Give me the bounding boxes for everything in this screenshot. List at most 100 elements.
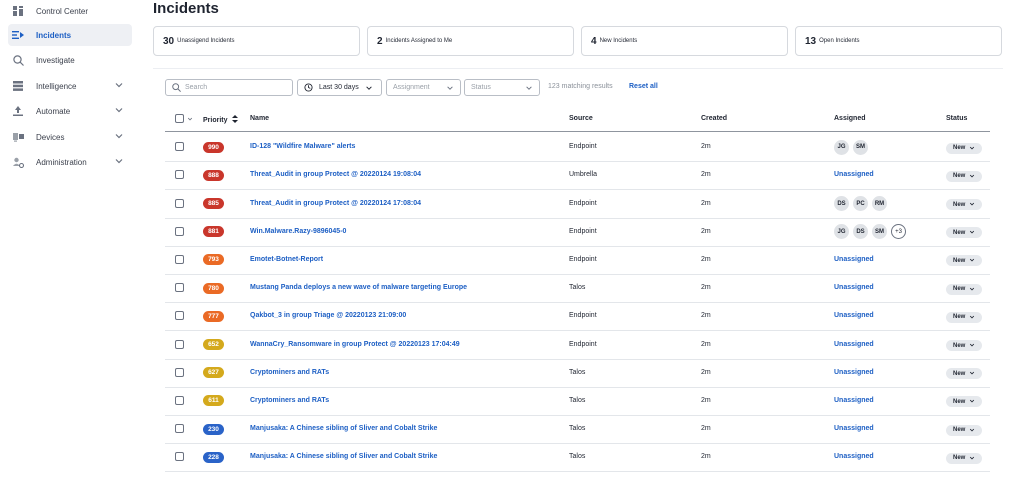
- column-header-name[interactable]: Name: [250, 115, 269, 122]
- unassigned-link[interactable]: Unassigned: [834, 453, 874, 460]
- chevron-down-icon: [114, 105, 124, 115]
- summary-card-open[interactable]: 13 Open Incidents: [795, 26, 1002, 56]
- column-header-status[interactable]: Status: [946, 115, 967, 122]
- incident-name-link[interactable]: Cryptominers and RATs: [250, 369, 329, 376]
- status-dropdown[interactable]: New: [946, 255, 982, 267]
- status-dropdown[interactable]: New: [946, 424, 982, 436]
- unassigned-link[interactable]: Unassigned: [834, 425, 874, 432]
- sidebar-item-incidents[interactable]: Incidents: [8, 24, 132, 46]
- status-dropdown[interactable]: New: [946, 199, 982, 210]
- chevron-down-icon: [526, 85, 532, 90]
- card-label: New Incidents: [599, 38, 638, 44]
- status-label: New: [953, 229, 966, 236]
- date-range-dropdown[interactable]: Last 30 days: [297, 79, 382, 96]
- column-header-created[interactable]: Created: [701, 115, 727, 122]
- column-header-assigned[interactable]: Assigned: [834, 115, 866, 122]
- status-dropdown[interactable]: New: [946, 452, 982, 464]
- incident-name-link[interactable]: Threat_Audit in group Protect @ 20220124…: [250, 200, 421, 207]
- row-checkbox[interactable]: [175, 142, 184, 152]
- row-checkbox[interactable]: [175, 198, 184, 208]
- row-divider: [165, 217, 990, 219]
- chevron-down-icon[interactable]: [187, 116, 193, 122]
- incident-name-link[interactable]: Emotet-Botnet-Report: [250, 256, 323, 263]
- column-header-priority[interactable]: Priority: [203, 115, 239, 124]
- sidebar-item-devices[interactable]: Devices: [8, 126, 132, 148]
- reset-all-link[interactable]: Reset all: [629, 83, 658, 90]
- row-checkbox[interactable]: [175, 311, 184, 321]
- row-checkbox[interactable]: [175, 367, 184, 377]
- row-checkbox[interactable]: [175, 395, 184, 405]
- unassigned-link[interactable]: Unassigned: [834, 341, 874, 348]
- chevron-down-icon: [969, 342, 975, 350]
- incident-name-link[interactable]: Threat_Audit in group Protect @ 20220124…: [250, 171, 421, 178]
- status-dropdown[interactable]: New: [946, 368, 982, 380]
- select-all-checkbox[interactable]: [175, 114, 184, 123]
- priority-badge: 777: [203, 310, 224, 322]
- search-input[interactable]: Search: [165, 79, 293, 96]
- admin-icon: [12, 156, 24, 168]
- unassigned-link[interactable]: Unassigned: [834, 171, 874, 178]
- row-checkbox[interactable]: [175, 254, 184, 264]
- table-header-divider: [165, 131, 990, 132]
- chevron-down-icon: [447, 85, 453, 90]
- assignee-avatar[interactable]: PC: [853, 196, 868, 211]
- sidebar-item-automate[interactable]: Automate: [8, 100, 132, 122]
- priority-badge: 627: [203, 367, 224, 379]
- assignment-dropdown[interactable]: Assignment: [386, 79, 461, 96]
- created-cell: 2m: [701, 171, 711, 179]
- unassigned-link[interactable]: Unassigned: [834, 284, 874, 291]
- unassigned-link[interactable]: Unassigned: [834, 369, 874, 376]
- column-header-source[interactable]: Source: [569, 115, 593, 122]
- status-dropdown[interactable]: New: [946, 340, 982, 351]
- status-label: New: [953, 398, 966, 405]
- row-divider: [165, 161, 990, 163]
- row-checkbox[interactable]: [175, 170, 184, 180]
- row-divider: [165, 245, 990, 247]
- row-divider: [165, 274, 990, 275]
- source-cell: Endpoint: [569, 227, 597, 235]
- status-dropdown[interactable]: New: [946, 283, 982, 295]
- status-dropdown[interactable]: New: [946, 396, 982, 408]
- incident-name-link[interactable]: Win.Malware.Razy-9896045-0: [250, 228, 346, 235]
- status-dropdown[interactable]: New: [946, 170, 982, 182]
- incident-name-link[interactable]: Mustang Panda deploys a new wave of malw…: [250, 284, 467, 291]
- assignee-avatar[interactable]: RM: [872, 196, 887, 211]
- row-checkbox[interactable]: [175, 424, 184, 434]
- automate-icon: [12, 105, 24, 117]
- incident-name-link[interactable]: ID-128 "Wildfire Malware" alerts: [250, 143, 355, 150]
- summary-card-new[interactable]: 4 New Incidents: [581, 26, 788, 56]
- row-checkbox[interactable]: [175, 226, 184, 236]
- row-checkbox[interactable]: [175, 339, 184, 349]
- status-dropdown[interactable]: New: [946, 227, 982, 239]
- status-dropdown[interactable]: Status: [464, 79, 540, 96]
- sidebar-item-investigate[interactable]: Investigate: [8, 49, 132, 71]
- assignee-avatar[interactable]: DS: [834, 196, 849, 211]
- unassigned-link[interactable]: Unassigned: [834, 397, 874, 404]
- summary-card-assigned-to-me[interactable]: 2 Incidents Assigned to Me: [367, 26, 574, 56]
- incident-name-link[interactable]: Manjusaka: A Chinese sibling of Sliver a…: [250, 453, 437, 460]
- sidebar-item-intelligence[interactable]: Intelligence: [8, 75, 132, 97]
- assignee-avatar[interactable]: SM: [853, 139, 868, 155]
- row-divider: [165, 386, 990, 388]
- chevron-down-icon: [969, 427, 975, 435]
- unassigned-link[interactable]: Unassigned: [834, 256, 874, 263]
- status-dropdown[interactable]: New: [946, 142, 982, 154]
- incident-name-link[interactable]: Cryptominers and RATs: [250, 397, 329, 404]
- unassigned-link[interactable]: Unassigned: [834, 312, 874, 319]
- summary-card-unassigned[interactable]: 30 Unassigend Incidents: [153, 26, 360, 56]
- priority-badge: 780: [203, 282, 224, 294]
- sidebar-item-administration[interactable]: Administration: [8, 151, 132, 173]
- row-checkbox[interactable]: [175, 452, 184, 462]
- priority-badge: 652: [203, 339, 224, 350]
- status-label: New: [953, 342, 966, 349]
- chevron-down-icon: [969, 398, 975, 406]
- incident-name-link[interactable]: Manjusaka: A Chinese sibling of Sliver a…: [250, 425, 437, 432]
- sidebar-item-control-center[interactable]: Control Center: [8, 0, 132, 22]
- row-divider: [165, 358, 990, 360]
- assignee-avatar[interactable]: JG: [834, 139, 849, 155]
- chevron-down-icon: [969, 455, 975, 463]
- status-dropdown[interactable]: New: [946, 311, 982, 323]
- row-checkbox[interactable]: [175, 283, 184, 293]
- incident-name-link[interactable]: Qakbot_3 in group Triage @ 20220123 21:0…: [250, 312, 406, 319]
- incident-name-link[interactable]: WannaCry_Ransomware in group Protect @ 2…: [250, 341, 460, 348]
